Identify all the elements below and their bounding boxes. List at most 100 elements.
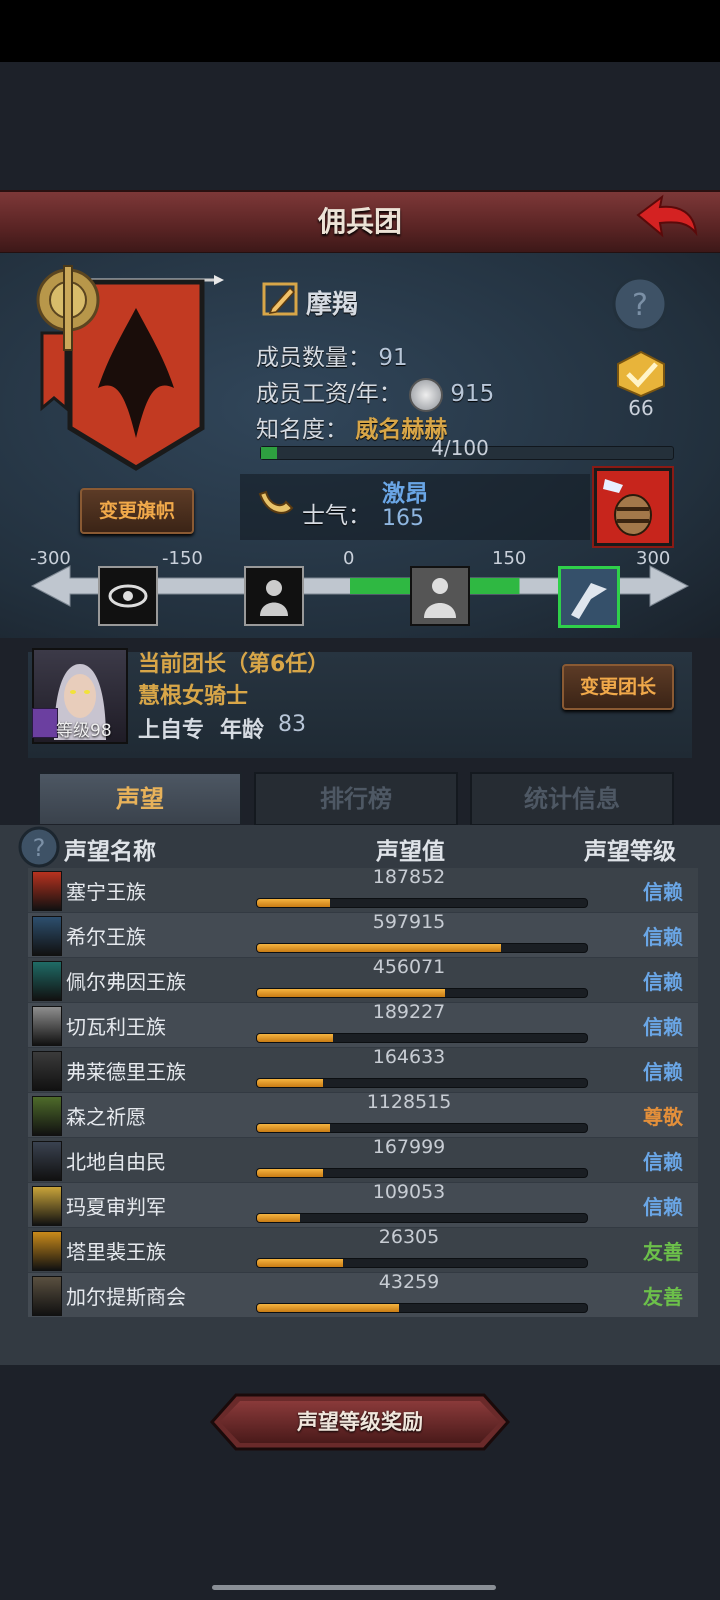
- reputation-value: 167999: [372, 1136, 446, 1158]
- faction-name: 加尔提斯商会: [66, 1285, 186, 1309]
- home-indicator[interactable]: [212, 1585, 496, 1590]
- change-flag-button[interactable]: 变更旗帜: [80, 488, 194, 534]
- edit-name-icon[interactable]: [262, 282, 300, 318]
- faction-name: 塞宁王族: [66, 880, 146, 904]
- faction-name: 塔里裴王族: [66, 1240, 166, 1264]
- reputation-level: 信赖: [643, 970, 683, 994]
- faction-crest-icon: [32, 871, 62, 911]
- reputation-level: 友善: [643, 1240, 683, 1264]
- morale-stage-calm-icon[interactable]: [410, 566, 470, 626]
- faction-crest-icon: [32, 1141, 62, 1181]
- morale-ticks: -300 -150 0 150 300: [30, 548, 690, 569]
- reputation-bar-fill: [257, 1169, 323, 1177]
- table-row[interactable]: 佩尔弗因王族 456071 信赖: [28, 956, 698, 1002]
- faction-crest-icon: [32, 1006, 62, 1046]
- reputation-bar: [256, 898, 588, 908]
- fame-label: 知名度：: [256, 417, 348, 443]
- header-value: 声望值: [376, 839, 445, 865]
- reputation-value: 26305: [378, 1226, 440, 1248]
- reputation-bar-fill: [257, 1034, 333, 1042]
- svg-text:?: ?: [33, 834, 46, 862]
- faction-name: 切瓦利王族: [66, 1015, 166, 1039]
- faction-name: 北地自由民: [66, 1150, 166, 1174]
- morale-stage-despair-icon[interactable]: [244, 566, 304, 626]
- faction-name: 佩尔弗因王族: [66, 970, 186, 994]
- table-row[interactable]: 切瓦利王族 189227 信赖: [28, 1001, 698, 1047]
- members-label: 成员数量：: [256, 345, 371, 371]
- band-name: 摩羯: [306, 290, 359, 320]
- faction-crest-icon: [32, 916, 62, 956]
- morale-tick: -150: [162, 548, 203, 569]
- reputation-bar: [256, 1078, 588, 1088]
- back-arrow-icon[interactable]: [634, 193, 700, 241]
- morale-state: 激昂: [382, 481, 428, 507]
- reputation-bar: [256, 1123, 588, 1133]
- table-row[interactable]: 塞宁王族 187852 信赖: [28, 866, 698, 912]
- morale-stage-inspired-icon[interactable]: [558, 566, 620, 628]
- reputation-level: 尊敬: [643, 1105, 683, 1129]
- achievement-badge-icon[interactable]: [612, 350, 670, 398]
- faction-crest-icon: [32, 1276, 62, 1316]
- faction-crest-icon: [32, 961, 62, 1001]
- reputation-level: 信赖: [643, 925, 683, 949]
- faction-crest-icon: [32, 1231, 62, 1271]
- reputation-bar: [256, 1303, 588, 1313]
- reputation-bar: [256, 1168, 588, 1178]
- members-row: 成员数量： 91: [256, 338, 408, 372]
- faction-name: 希尔王族: [66, 925, 146, 949]
- header-level: 声望等级: [584, 839, 676, 865]
- help-icon[interactable]: ?: [612, 276, 668, 332]
- reputation-value: 456071: [372, 956, 446, 978]
- reputation-bar: [256, 1213, 588, 1223]
- leader-level: 等级98: [56, 721, 112, 741]
- reputation-bar-fill: [257, 1304, 399, 1312]
- horn-icon: [258, 490, 294, 514]
- reputation-level: 信赖: [643, 1015, 683, 1039]
- faction-name: 森之祈愿: [66, 1105, 146, 1129]
- reputation-bar-fill: [257, 899, 330, 907]
- morale-value: 165: [382, 506, 424, 531]
- reputation-value: 187852: [372, 866, 446, 888]
- table-row[interactable]: 塔里裴王族 26305 友善: [28, 1226, 698, 1272]
- header-name: 声望名称: [64, 839, 156, 865]
- faction-crest-icon: [32, 1051, 62, 1091]
- table-help-icon[interactable]: ?: [18, 826, 60, 868]
- reputation-value: 109053: [372, 1181, 446, 1203]
- table-row[interactable]: 森之祈愿 1128515 尊敬: [28, 1091, 698, 1137]
- faction-name: 弗莱德里王族: [66, 1060, 186, 1084]
- morale-tick: -300: [30, 548, 71, 569]
- reputation-reward-button[interactable]: 声望等级奖励: [210, 1393, 510, 1451]
- reputation-bar: [256, 1033, 588, 1043]
- morale-event-icon[interactable]: [594, 468, 672, 546]
- tab-reputation[interactable]: 声望: [38, 772, 242, 824]
- table-row[interactable]: 希尔王族 597915 信赖: [28, 911, 698, 957]
- reputation-value: 164633: [372, 1046, 446, 1068]
- achievement-count: 66: [628, 396, 654, 420]
- wage-row: 成员工资/年： 915: [256, 374, 494, 412]
- reputation-level: 信赖: [643, 880, 683, 904]
- reputation-level: 友善: [643, 1285, 683, 1309]
- tab-statistics[interactable]: 统计信息: [470, 772, 674, 826]
- leader-age-value: 83: [278, 712, 306, 737]
- reputation-value: 43259: [378, 1271, 440, 1293]
- leader-name: 慧根女骑士: [138, 684, 249, 709]
- change-leader-button[interactable]: 变更团长: [562, 664, 674, 710]
- tab-ranking[interactable]: 排行榜: [254, 772, 458, 826]
- wage-value: 915: [450, 381, 495, 407]
- faction-crest-icon: [32, 1186, 62, 1226]
- reputation-bar-fill: [257, 1079, 323, 1087]
- reputation-bar: [256, 943, 588, 953]
- leader-age-label: 年龄: [220, 718, 265, 743]
- table-row[interactable]: 北地自由民 167999 信赖: [28, 1136, 698, 1182]
- morale-tick: 300: [636, 548, 671, 569]
- morale-stage-eye-icon[interactable]: [98, 566, 158, 626]
- reputation-bar-fill: [257, 1259, 343, 1267]
- reputation-bar-fill: [257, 944, 502, 952]
- band-banner[interactable]: [28, 258, 228, 483]
- morale-tick: 150: [492, 548, 527, 569]
- table-row[interactable]: 玛夏审判军 109053 信赖: [28, 1181, 698, 1227]
- page-title: 佣兵团: [317, 205, 402, 238]
- reputation-value: 1128515: [366, 1091, 452, 1113]
- table-row[interactable]: 弗莱德里王族 164633 信赖: [28, 1046, 698, 1092]
- table-row[interactable]: 加尔提斯商会 43259 友善: [28, 1271, 698, 1317]
